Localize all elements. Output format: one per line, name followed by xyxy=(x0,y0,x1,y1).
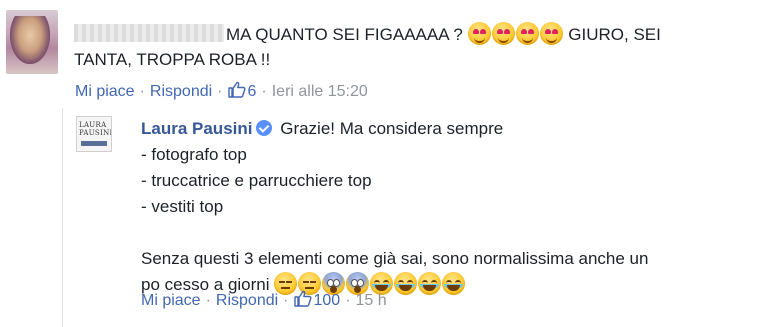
separator-dot: · xyxy=(139,83,145,100)
redacted-username xyxy=(74,24,224,42)
verified-badge-icon xyxy=(256,120,273,136)
joy-face-emoji-icon xyxy=(442,272,466,295)
like-count-value: 6 xyxy=(247,83,257,100)
joy-face-emoji-icon xyxy=(418,272,442,295)
emoji-group-heart-eyes xyxy=(467,22,564,45)
like-link[interactable]: Mi piace xyxy=(141,292,201,309)
like-link[interactable]: Mi piace xyxy=(75,83,135,100)
like-count-value: 100 xyxy=(313,292,341,309)
comment-2-line: - fotografo top xyxy=(141,145,247,164)
heart-eyes-emoji-icon xyxy=(467,22,491,45)
separator-dot: · xyxy=(283,292,289,309)
heart-eyes-emoji-icon xyxy=(539,22,563,45)
comment-1: MA QUANTO SEI FIGAAAAA ? GIURO, SEI TANT… xyxy=(0,0,767,110)
comment-1-actions: Mi piace · Rispondi · 6 · Ieri alle 15:20 xyxy=(75,81,368,101)
like-count[interactable]: 100 xyxy=(293,290,341,309)
separator-dot: · xyxy=(205,292,211,309)
comment-2-reply: LAURA PAUSINI Laura Pausini Grazie! Ma c… xyxy=(66,110,767,327)
separator-dot: · xyxy=(217,83,223,100)
comment-2-body: Laura Pausini Grazie! Ma considera sempr… xyxy=(141,116,761,298)
reply-link[interactable]: Rispondi xyxy=(216,292,278,309)
comment-1-line2: TANTA, TROPPA ROBA !! xyxy=(74,50,271,69)
commenter-avatar[interactable] xyxy=(6,10,58,74)
reply-link[interactable]: Rispondi xyxy=(150,83,212,100)
heart-eyes-emoji-icon xyxy=(491,22,515,45)
author-name[interactable]: Laura Pausini xyxy=(141,119,252,138)
comment-timestamp[interactable]: 15 h xyxy=(356,292,387,309)
thumbs-up-icon xyxy=(293,290,312,307)
thumbs-up-icon xyxy=(227,81,246,98)
like-count[interactable]: 6 xyxy=(227,81,257,100)
heart-eyes-emoji-icon xyxy=(515,22,539,45)
joy-face-emoji-icon xyxy=(394,272,418,295)
comment-1-text: MA QUANTO SEI FIGAAAAA ? GIURO, SEI TANT… xyxy=(74,22,754,72)
comment-2-line: - vestiti top xyxy=(141,197,224,216)
comment-1-line1: MA QUANTO SEI FIGAAAAA ? xyxy=(226,25,463,44)
comment-2-actions: Mi piace · Rispondi · 100 · 15 h xyxy=(141,290,387,310)
reply-thread-line xyxy=(62,108,63,327)
author-avatar[interactable]: LAURA PAUSINI xyxy=(76,116,112,152)
comment-2-line: Grazie! Ma considera sempre xyxy=(280,119,504,138)
separator-dot: · xyxy=(261,83,267,100)
comment-2-paragraph-line1: Senza questi 3 elementi come già sai, so… xyxy=(141,249,649,268)
comment-timestamp[interactable]: Ieri alle 15:20 xyxy=(272,83,368,100)
comment-1-line1-end: GIURO, SEI xyxy=(568,25,661,44)
avatar-logo-text: LAURA PAUSINI xyxy=(79,121,112,137)
separator-dot: · xyxy=(345,292,351,309)
comment-2-line: - truccatrice e parrucchiere top xyxy=(141,171,372,190)
